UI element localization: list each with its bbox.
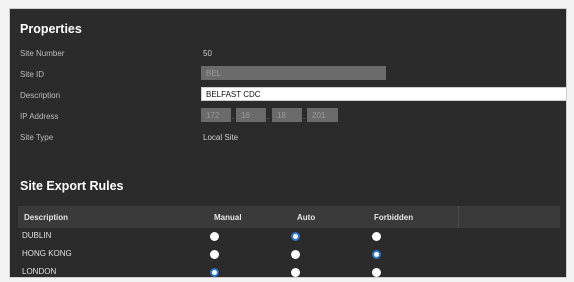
description-field[interactable] <box>201 87 566 101</box>
ip-octet-2 <box>236 108 266 122</box>
properties-panel: Properties Site Number 50 Site ID Descri… <box>9 8 567 278</box>
auto-radio[interactable] <box>291 250 300 259</box>
site-id-field <box>201 66 386 80</box>
column-header-description: Description <box>24 213 69 222</box>
ip-octet-1 <box>201 108 231 122</box>
site-type-label: Site Type <box>20 133 54 142</box>
column-header-auto: Auto <box>297 213 316 222</box>
export-rule-row-label: HONG KONG <box>22 249 72 258</box>
ip-dot-separator: . <box>267 112 270 121</box>
ip-octet-3 <box>272 108 302 122</box>
column-divider <box>458 206 459 228</box>
export-rule-row-label: DUBLIN <box>22 231 52 240</box>
site-type-value: Local Site <box>203 133 239 142</box>
column-header-forbidden: Forbidden <box>374 213 414 222</box>
ip-dot-separator: . <box>303 112 306 121</box>
export-rules-header: Description Manual Auto Forbidden <box>18 206 560 228</box>
properties-title: Properties <box>20 22 82 36</box>
ip-dot-separator: . <box>232 112 235 121</box>
site-number-value: 50 <box>203 49 212 58</box>
manual-radio[interactable] <box>210 232 219 241</box>
manual-radio[interactable] <box>210 268 219 277</box>
forbidden-radio[interactable] <box>372 250 381 259</box>
column-header-manual: Manual <box>214 213 242 222</box>
site-number-label: Site Number <box>20 49 65 58</box>
site-export-rules-title: Site Export Rules <box>20 179 124 193</box>
auto-radio[interactable] <box>291 268 300 277</box>
forbidden-radio[interactable] <box>372 232 381 241</box>
forbidden-radio[interactable] <box>372 268 381 277</box>
export-rule-row-label: LONDON <box>22 267 57 276</box>
auto-radio[interactable] <box>291 232 300 241</box>
site-id-label: Site ID <box>20 70 45 79</box>
manual-radio[interactable] <box>210 250 219 259</box>
ip-octet-4 <box>307 108 338 122</box>
description-label: Description <box>20 91 61 100</box>
ip-address-label: IP Address <box>20 112 59 121</box>
